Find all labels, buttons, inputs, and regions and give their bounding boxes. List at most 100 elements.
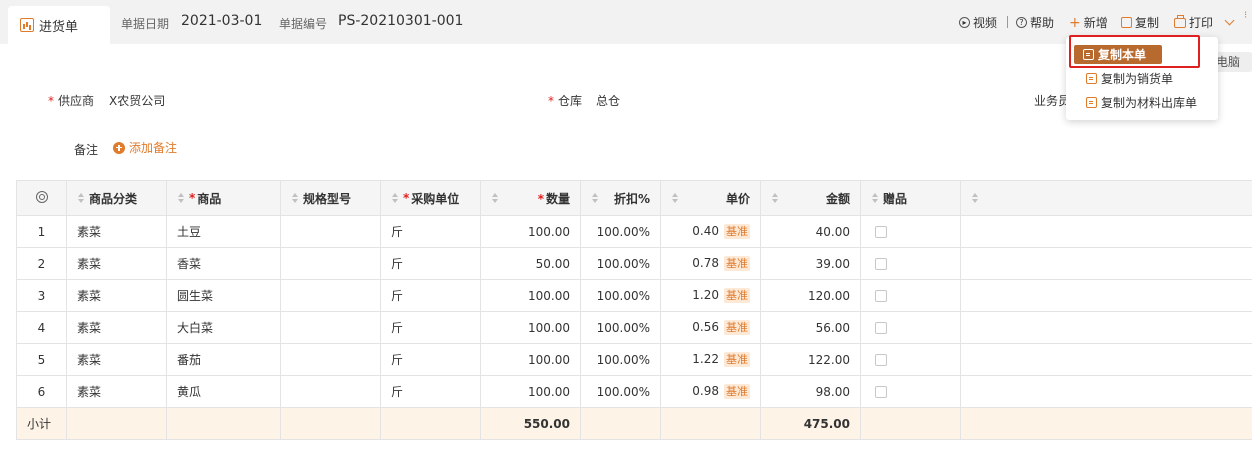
print-label: 打印 <box>1189 16 1214 30</box>
gift-checkbox[interactable] <box>875 386 887 398</box>
sort-icon <box>671 193 679 203</box>
cell-product[interactable]: 大白菜 <box>166 311 281 344</box>
price-value: 0.56 <box>692 320 719 334</box>
col-price[interactable]: 单价 <box>660 180 761 216</box>
cell-qty[interactable]: 100.00 <box>480 343 581 376</box>
cell-qty[interactable]: 100.00 <box>480 375 581 408</box>
cell-qty[interactable]: 100.00 <box>480 215 581 248</box>
cell-amount[interactable]: 122.00 <box>760 343 861 376</box>
cell-amount[interactable]: 120.00 <box>760 279 861 312</box>
plus-circle-icon <box>113 141 125 154</box>
cell-discount[interactable]: 100.00% <box>580 375 661 408</box>
col-discount[interactable]: 折扣% <box>580 180 661 216</box>
table-row[interactable]: 4 素菜 大白菜 斤 100.00 100.00% 0.56 基准 56.00 <box>16 311 1252 344</box>
col-amount[interactable]: 金额 <box>760 180 861 216</box>
cell-price[interactable]: 0.40 基准 <box>660 215 761 248</box>
product-table: 商品分类 * 商品 规格型号 * 采购单位 * 数量 折扣% 单价 金额 赠品 1 素菜… <box>16 180 1252 440</box>
document-icon <box>1086 96 1097 108</box>
print-button[interactable]: 打印 <box>1174 14 1213 31</box>
supplier-field[interactable]: X农贸公司 <box>109 92 165 109</box>
more-button[interactable]: ⁝ <box>1244 11 1247 21</box>
table-row[interactable]: 5 素菜 番茄 斤 100.00 100.00% 1.22 基准 122.00 <box>16 343 1252 376</box>
cell-discount[interactable]: 100.00% <box>580 343 661 376</box>
cell-category[interactable]: 素菜 <box>66 311 167 344</box>
menu-item-copy-to-sales[interactable]: 复制为销货单 <box>1086 69 1173 87</box>
cell-category[interactable]: 素菜 <box>66 343 167 376</box>
menu-item-copy-this[interactable]: 复制本单 <box>1074 45 1162 64</box>
cell-spec[interactable] <box>280 279 381 312</box>
cell-product[interactable]: 圆生菜 <box>166 279 281 312</box>
cell-category[interactable]: 素菜 <box>66 215 167 248</box>
table-row[interactable]: 3 素菜 圆生菜 斤 100.00 100.00% 1.20 基准 120.00 <box>16 279 1252 312</box>
cell-qty[interactable]: 50.00 <box>480 247 581 280</box>
cell-category[interactable]: 素菜 <box>66 247 167 280</box>
col-spec[interactable]: 规格型号 <box>280 180 381 216</box>
cell-category[interactable]: 素菜 <box>66 279 167 312</box>
price-value: 1.22 <box>692 352 719 366</box>
cell-product[interactable]: 土豆 <box>166 215 281 248</box>
help-button[interactable]: ? 帮助 <box>1016 14 1054 31</box>
cell-qty[interactable]: 100.00 <box>480 279 581 312</box>
cell-category[interactable]: 素菜 <box>66 375 167 408</box>
cell-amount[interactable]: 39.00 <box>760 247 861 280</box>
cell-spec[interactable] <box>280 343 381 376</box>
col-label: 金额 <box>825 191 850 206</box>
table-row[interactable]: 1 素菜 土豆 斤 100.00 100.00% 0.40 基准 40.00 <box>16 215 1252 248</box>
col-product[interactable]: * 商品 <box>166 180 281 216</box>
new-button[interactable]: + 新增 <box>1069 14 1108 31</box>
copy-button[interactable]: 复制 <box>1121 14 1159 31</box>
cell-spec[interactable] <box>280 247 381 280</box>
tab-purchase-order[interactable]: 进货单 <box>8 6 110 44</box>
cell-spec[interactable] <box>280 311 381 344</box>
warehouse-field[interactable]: 总仓 <box>596 92 620 109</box>
cell-unit[interactable]: 斤 <box>380 311 481 344</box>
gift-checkbox[interactable] <box>875 322 887 334</box>
cell-product[interactable]: 黄瓜 <box>166 375 281 408</box>
cell-amount[interactable]: 56.00 <box>760 311 861 344</box>
salesperson-label: 业务员 <box>1034 94 1071 108</box>
cell-amount[interactable]: 40.00 <box>760 215 861 248</box>
col-extra[interactable] <box>960 180 1252 216</box>
cell-price[interactable]: 1.20 基准 <box>660 279 761 312</box>
cell-unit[interactable]: 斤 <box>380 279 481 312</box>
print-dropdown-toggle[interactable] <box>1224 15 1235 26</box>
gift-checkbox[interactable] <box>875 290 887 302</box>
cell-price[interactable]: 0.98 基准 <box>660 375 761 408</box>
cell-price[interactable]: 0.56 基准 <box>660 311 761 344</box>
col-gift[interactable]: 赠品 <box>860 180 961 216</box>
gift-checkbox[interactable] <box>875 258 887 270</box>
cell-price[interactable]: 1.22 基准 <box>660 343 761 376</box>
cell-amount[interactable]: 98.00 <box>760 375 861 408</box>
cell-discount[interactable]: 100.00% <box>580 279 661 312</box>
col-category[interactable]: 商品分类 <box>66 180 167 216</box>
cell-spec[interactable] <box>280 215 381 248</box>
table-row[interactable]: 2 素菜 香菜 斤 50.00 100.00% 0.78 基准 39.00 <box>16 247 1252 280</box>
cell-spec[interactable] <box>280 375 381 408</box>
sort-icon <box>291 193 299 203</box>
cell-unit[interactable]: 斤 <box>380 215 481 248</box>
top-bar: 进货单 单据日期 2021-03-01 单据编号 PS-20210301-001… <box>0 0 1252 44</box>
col-unit[interactable]: * 采购单位 <box>380 180 481 216</box>
cell-unit[interactable]: 斤 <box>380 375 481 408</box>
cell-gift <box>860 215 961 248</box>
cell-discount[interactable]: 100.00% <box>580 311 661 344</box>
col-qty[interactable]: * 数量 <box>480 180 581 216</box>
cell-discount[interactable]: 100.00% <box>580 215 661 248</box>
cell-discount[interactable]: 100.00% <box>580 247 661 280</box>
cell-unit[interactable]: 斤 <box>380 343 481 376</box>
column-settings[interactable] <box>16 180 67 216</box>
warehouse-label-text: 仓库 <box>558 94 583 108</box>
required-mark: * <box>189 191 196 205</box>
video-button[interactable]: ▸ 视频 <box>959 14 997 31</box>
cell-product[interactable]: 番茄 <box>166 343 281 376</box>
cell-product[interactable]: 香菜 <box>166 247 281 280</box>
gift-checkbox[interactable] <box>875 354 887 366</box>
table-header: 商品分类 * 商品 规格型号 * 采购单位 * 数量 折扣% 单价 金额 赠品 <box>16 180 1252 216</box>
menu-item-copy-to-material-out[interactable]: 复制为材料出库单 <box>1086 93 1197 111</box>
table-row[interactable]: 6 素菜 黄瓜 斤 100.00 100.00% 0.98 基准 98.00 <box>16 375 1252 408</box>
add-note-button[interactable]: 添加备注 <box>113 139 177 156</box>
cell-qty[interactable]: 100.00 <box>480 311 581 344</box>
cell-unit[interactable]: 斤 <box>380 247 481 280</box>
gift-checkbox[interactable] <box>875 226 887 238</box>
cell-price[interactable]: 0.78 基准 <box>660 247 761 280</box>
